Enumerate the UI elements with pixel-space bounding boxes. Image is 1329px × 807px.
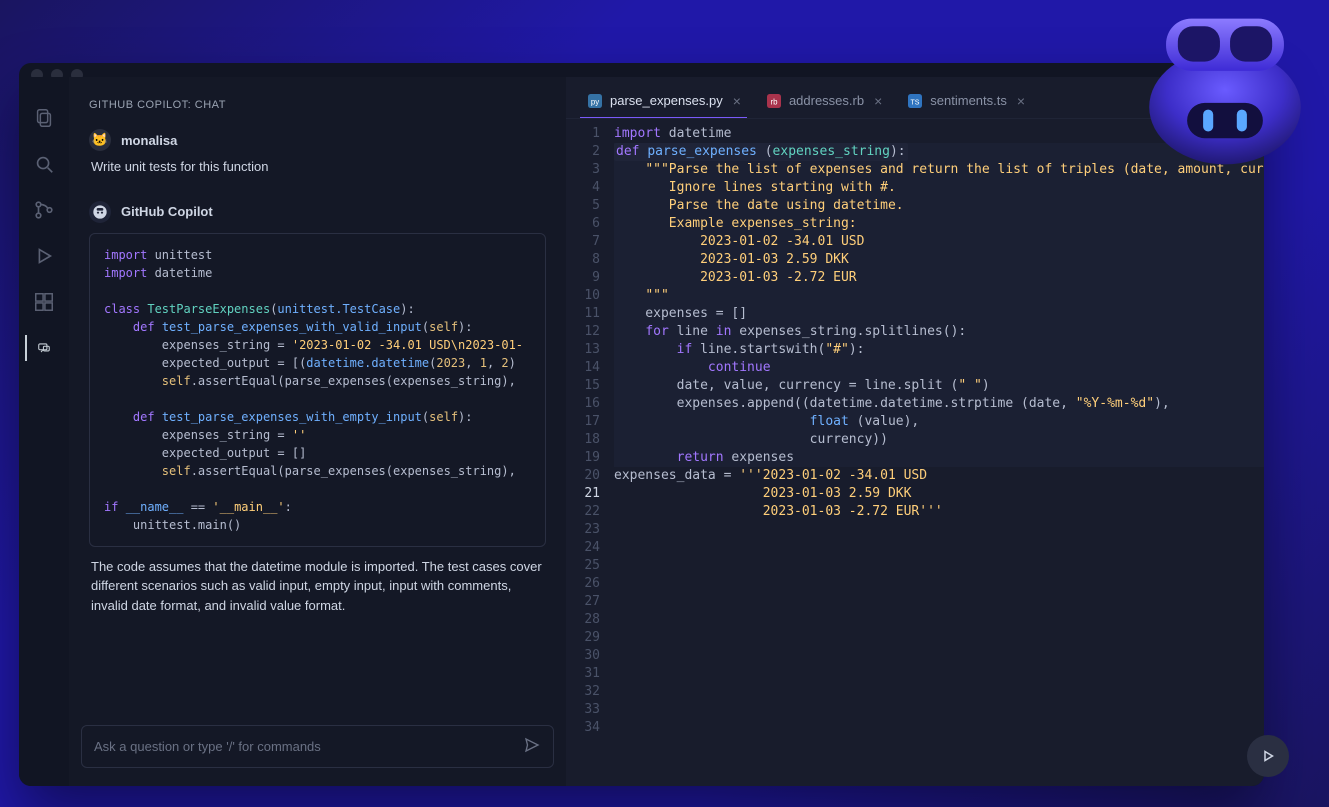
close-icon[interactable]: × bbox=[733, 93, 741, 109]
tab-label: addresses.rb bbox=[789, 93, 864, 108]
chat-icon[interactable] bbox=[25, 335, 51, 361]
close-icon[interactable]: × bbox=[1017, 93, 1025, 109]
git-icon[interactable] bbox=[31, 197, 57, 223]
bot-message: GitHub Copilot import unittest import da… bbox=[81, 195, 554, 622]
editor-panel: py parse_expenses.py × rb addresses.rb × TS sen… bbox=[566, 77, 1264, 786]
svg-text:rb: rb bbox=[770, 97, 778, 106]
tab-addresses-rb[interactable]: rb addresses.rb × bbox=[753, 87, 894, 117]
user-name: monalisa bbox=[121, 133, 177, 148]
activity-bar bbox=[19, 77, 69, 786]
search-icon[interactable] bbox=[31, 151, 57, 177]
bot-explanation: The code assumes that the datetime modul… bbox=[89, 557, 546, 616]
app-window: GITHUB COPILOT: CHAT 🐱 monalisa Write un… bbox=[19, 63, 1264, 786]
code-area[interactable]: 1234567891011121314151617181920212223242… bbox=[566, 119, 1264, 786]
chat-code-block: import unittest import datetime class Te… bbox=[89, 233, 546, 547]
chat-panel: GITHUB COPILOT: CHAT 🐱 monalisa Write un… bbox=[69, 77, 566, 786]
titlebar bbox=[19, 63, 1264, 77]
svg-text:TS: TS bbox=[911, 99, 920, 106]
files-icon[interactable] bbox=[31, 105, 57, 131]
user-prompt-text: Write unit tests for this function bbox=[89, 157, 546, 177]
user-message: 🐱 monalisa Write unit tests for this fun… bbox=[81, 123, 554, 183]
chat-input[interactable]: Ask a question or type '/' for commands bbox=[81, 725, 554, 768]
tab-bar: py parse_expenses.py × rb addresses.rb × TS sen… bbox=[566, 77, 1264, 119]
copilot-avatar-icon bbox=[89, 201, 111, 223]
run-button[interactable] bbox=[1247, 735, 1289, 777]
close-icon[interactable]: × bbox=[874, 93, 882, 109]
bot-name: GitHub Copilot bbox=[121, 204, 213, 219]
tab-label: parse_expenses.py bbox=[610, 93, 723, 108]
code-content[interactable]: import datetimedef parse_expenses (expen… bbox=[614, 125, 1264, 786]
tab-label: sentiments.ts bbox=[930, 93, 1007, 108]
chat-header: GITHUB COPILOT: CHAT bbox=[69, 77, 566, 123]
tab-parse_expenses-py[interactable]: py parse_expenses.py × bbox=[574, 87, 753, 117]
chat-input-placeholder: Ask a question or type '/' for commands bbox=[94, 739, 321, 754]
debug-icon[interactable] bbox=[31, 243, 57, 269]
svg-text:py: py bbox=[591, 97, 599, 106]
tab-sentiments-ts[interactable]: TS sentiments.ts × bbox=[894, 87, 1037, 117]
line-gutter: 1234567891011121314151617181920212223242… bbox=[566, 125, 614, 786]
send-icon[interactable] bbox=[523, 736, 541, 757]
extensions-icon[interactable] bbox=[31, 289, 57, 315]
user-avatar-icon: 🐱 bbox=[89, 129, 111, 151]
